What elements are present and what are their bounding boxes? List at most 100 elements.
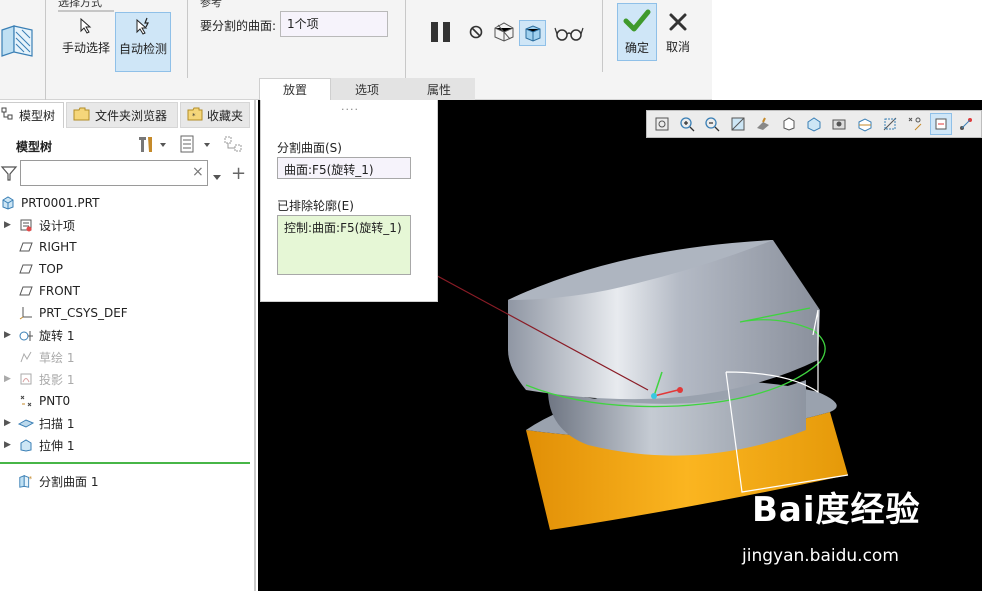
tab-placement[interactable]: 放置	[259, 78, 331, 100]
tree-item-label: PNT0	[39, 394, 71, 408]
tree-item-sweep[interactable]: ▶ 扫描 1	[0, 412, 74, 434]
model-tree-tab-icon	[1, 107, 15, 124]
tree-item-part[interactable]: PRT0001.PRT	[0, 192, 99, 214]
datum-display-icon[interactable]	[930, 113, 952, 135]
confirm-button[interactable]: 确定	[617, 3, 657, 61]
perspective-icon[interactable]	[829, 113, 850, 135]
model-tree-panel: 模型树 文件夹浏览器 * 收藏夹 模型树 × + PRT0001.PRT ▶ 设…	[0, 100, 256, 591]
view-toolbar	[646, 110, 982, 138]
watermark-url: jingyan.baidu.com	[742, 546, 899, 566]
tab-properties[interactable]: 属性	[403, 78, 475, 100]
zoom-in-icon[interactable]	[676, 113, 697, 135]
manual-select-label: 手动选择	[61, 41, 110, 55]
confirm-label: 确定	[624, 41, 649, 55]
tree-item-label: 投影 1	[39, 372, 75, 387]
view-manager-icon[interactable]	[803, 113, 824, 135]
tab-folder-browser[interactable]: 文件夹浏览器	[66, 102, 178, 128]
tab-model-tree-label: 模型树	[19, 109, 56, 123]
favorites-icon: *	[187, 107, 203, 124]
app-window: 选择方式 手动选择 自动检测 参考 要分割的曲面: 1个项 确定 取消 放置 选…	[0, 0, 982, 591]
zoom-out-icon[interactable]	[702, 113, 723, 135]
refit-icon[interactable]	[651, 113, 672, 135]
show-options-icon[interactable]	[178, 134, 214, 157]
cancel-label: 取消	[665, 40, 690, 54]
split-surface-collector[interactable]: 曲面:F5(旋转_1)	[277, 157, 411, 179]
tree-item-split-surface[interactable]: * 分割曲面 1	[14, 470, 98, 492]
display-style-icon[interactable]	[778, 113, 799, 135]
revolve-icon	[18, 328, 34, 342]
insert-indicator[interactable]	[0, 462, 250, 464]
ribbon-divider	[45, 0, 46, 100]
expand-arrow-icon[interactable]: ▶	[4, 418, 14, 428]
excluded-contour-collector[interactable]: 控制:曲面:F5(旋转_1)	[277, 215, 411, 275]
tree-item-label: RIGHT	[39, 240, 77, 254]
pause-icon[interactable]	[428, 20, 454, 47]
tree-item-label: PRT0001.PRT	[21, 196, 100, 210]
repaint-icon[interactable]	[727, 113, 748, 135]
no-preview-icon[interactable]	[468, 24, 484, 43]
cursor-arrow-icon	[79, 17, 93, 37]
tree-item-right-plane[interactable]: RIGHT	[0, 236, 77, 258]
settings-tools-icon[interactable]	[136, 134, 168, 157]
tab-favorites-label: 收藏夹	[207, 108, 244, 123]
tree-item-label: 旋转 1	[39, 328, 75, 343]
tab-options[interactable]: 选项	[331, 78, 403, 100]
tree-item-csys[interactable]: PRT_CSYS_DEF	[0, 302, 128, 324]
glasses-icon[interactable]	[554, 24, 584, 45]
datum-plane-icon	[18, 240, 34, 254]
tree-item-front-plane[interactable]: FRONT	[0, 280, 80, 302]
tree-item-point[interactable]: PNT0	[0, 390, 70, 412]
surface-to-split-field[interactable]: 1个项	[280, 11, 388, 37]
expand-arrow-icon[interactable]: ▶	[4, 440, 14, 450]
auto-detect-button[interactable]: 自动检测	[115, 12, 171, 72]
panel-grip-icon[interactable]: ····	[341, 103, 359, 116]
tree-item-extrude[interactable]: ▶ 拉伸 1	[0, 434, 74, 456]
selection-method-label: 选择方式	[58, 0, 102, 9]
filter-dropdown-icon[interactable]	[212, 170, 222, 184]
projection-icon	[18, 372, 34, 386]
tree-item-label: PRT_CSYS_DEF	[39, 306, 128, 320]
add-filter-icon[interactable]: +	[231, 163, 246, 184]
tree-item-projection[interactable]: ▶ 投影 1	[0, 368, 74, 390]
watermark-logo: Bai度经验	[752, 482, 921, 531]
folder-icon	[73, 107, 91, 124]
clear-search-icon[interactable]: ×	[192, 164, 204, 180]
datum-plane-icon	[18, 262, 34, 276]
manual-select-button[interactable]: 手动选择	[58, 14, 114, 58]
tree-item-top-plane[interactable]: TOP	[0, 258, 63, 280]
svg-text:*: *	[192, 112, 196, 120]
tab-favorites[interactable]: * 收藏夹	[180, 102, 250, 128]
filter-icon[interactable]	[0, 164, 18, 185]
split-surface-label: 分割曲面(S)	[277, 141, 342, 155]
tree-item-design-items[interactable]: ▶ 设计项	[0, 214, 75, 236]
spin-center-icon[interactable]	[956, 113, 977, 135]
ribbon: 选择方式 手动选择 自动检测 参考 要分割的曲面: 1个项 确定 取消 放置 选…	[0, 0, 982, 100]
grid-tree-icon[interactable]	[222, 134, 246, 159]
split-surface-icon: *	[18, 474, 34, 488]
sketch-view-icon[interactable]	[879, 113, 900, 135]
expand-arrow-icon[interactable]: ▶	[4, 220, 14, 230]
reference-label: 参考	[200, 0, 222, 9]
extrude-icon	[18, 438, 34, 452]
split-surface-feature-icon	[0, 22, 36, 61]
excluded-contour-label: 已排除轮廓(E)	[277, 199, 354, 213]
geometry-preview-icon[interactable]	[492, 20, 516, 47]
section-icon[interactable]	[854, 113, 875, 135]
tree-item-label: 拉伸 1	[39, 438, 75, 453]
tab-model-tree[interactable]: 模型树	[0, 102, 64, 128]
tree-item-label: 分割曲面 1	[39, 474, 99, 489]
tree-item-revolve[interactable]: ▶ 旋转 1	[0, 324, 74, 346]
tree-item-sketch[interactable]: 草绘 1	[0, 346, 74, 368]
expand-arrow-icon[interactable]: ▶	[4, 330, 14, 340]
model-tree-search-input[interactable]	[20, 160, 208, 186]
annotation-display-icon[interactable]	[905, 113, 926, 135]
feature-preview-icon[interactable]	[519, 20, 546, 46]
surface-to-split-label: 要分割的曲面:	[200, 19, 277, 33]
expand-arrow-icon[interactable]: ▶	[4, 374, 14, 384]
part-icon	[0, 196, 16, 210]
datum-plane-icon	[18, 284, 34, 298]
svg-text:*: *	[29, 474, 33, 483]
cancel-button[interactable]: 取消	[658, 7, 698, 61]
sketch-icon	[18, 350, 34, 364]
saved-orientations-icon[interactable]	[753, 113, 774, 135]
